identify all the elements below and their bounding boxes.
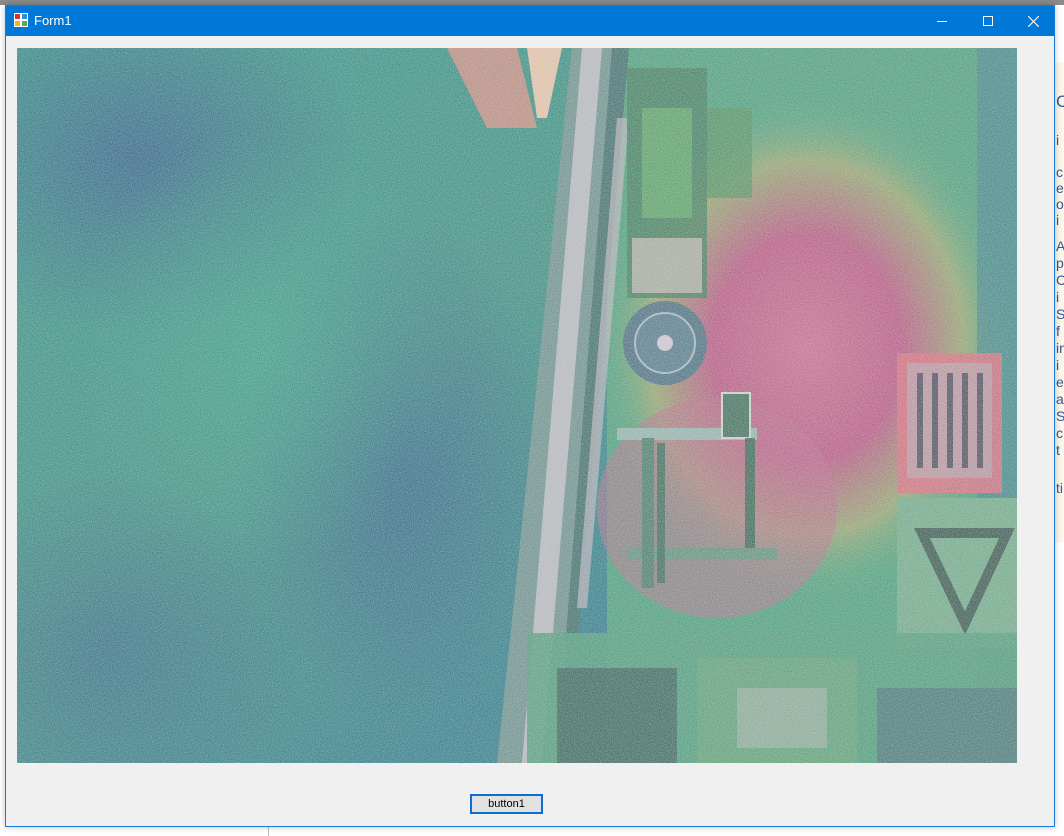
panel-fragment: A bbox=[1056, 238, 1064, 254]
panel-fragment: e bbox=[1056, 180, 1064, 196]
window-title: Form1 bbox=[34, 13, 72, 28]
minimize-icon bbox=[937, 16, 947, 26]
winforms-app-icon[interactable] bbox=[14, 13, 28, 27]
panel-fragment: S bbox=[1056, 306, 1064, 322]
panel-fragment: i bbox=[1056, 212, 1060, 228]
panel-fragment: i bbox=[1056, 132, 1060, 148]
panel-fragment: S bbox=[1056, 408, 1064, 424]
panel-fragment: o bbox=[1056, 196, 1064, 212]
panel-fragment: p bbox=[1056, 255, 1064, 271]
panel-fragment: c bbox=[1056, 425, 1063, 441]
panel-fragment: e bbox=[1056, 374, 1064, 390]
panel-fragment: i bbox=[1056, 289, 1060, 305]
background-app-divider bbox=[268, 826, 269, 836]
panel-fragment: i bbox=[1056, 357, 1060, 373]
button1[interactable]: button1 bbox=[470, 794, 543, 814]
panel-fragment: f bbox=[1056, 323, 1060, 339]
maximize-icon bbox=[983, 16, 993, 26]
title-bar[interactable]: Form1 bbox=[6, 6, 1054, 36]
form1-window: Form1 button1 bbox=[5, 5, 1055, 827]
panel-fragment: c bbox=[1056, 164, 1063, 180]
close-icon bbox=[1027, 15, 1039, 27]
panel-fragment: t bbox=[1056, 442, 1060, 458]
picture-box bbox=[17, 48, 1017, 763]
panel-fragment: ti bbox=[1056, 480, 1063, 496]
camera-image bbox=[17, 48, 1017, 763]
panel-fragment: C bbox=[1056, 272, 1064, 288]
minimize-button[interactable] bbox=[919, 6, 965, 36]
panel-fragment: C bbox=[1056, 92, 1064, 112]
panel-fragment: a bbox=[1056, 391, 1064, 407]
panel-fragment: in bbox=[1056, 340, 1064, 356]
close-button[interactable] bbox=[1010, 6, 1056, 36]
maximize-button[interactable] bbox=[965, 6, 1011, 36]
